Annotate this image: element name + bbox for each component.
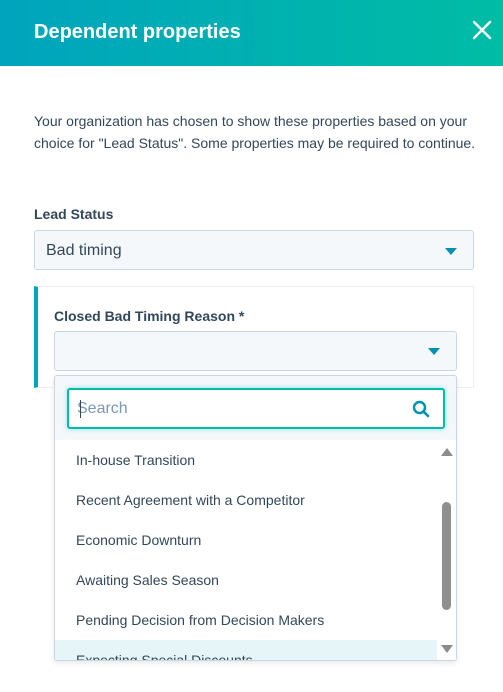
closed-bad-timing-reason-label: Closed Bad Timing Reason *	[54, 308, 245, 324]
reason-dropdown-menu: In-house Transition Recent Agreement wit…	[54, 375, 457, 661]
search-icon[interactable]	[411, 399, 431, 419]
scrollbar-thumb[interactable]	[442, 502, 451, 610]
dropdown-option[interactable]: Awaiting Sales Season	[55, 560, 437, 600]
dependent-property-card: Closed Bad Timing Reason *	[34, 286, 474, 388]
dropdown-option[interactable]: Economic Downturn	[55, 520, 437, 560]
dropdown-option[interactable]: Recent Agreement with a Competitor	[55, 480, 437, 520]
panel-header: Dependent properties	[0, 0, 503, 66]
text-cursor	[80, 400, 81, 418]
lead-status-label: Lead Status	[34, 206, 114, 222]
dropdown-option[interactable]: In-house Transition	[55, 440, 437, 480]
close-icon	[472, 20, 492, 40]
dropdown-option-hovered[interactable]: Expecting Special Discounts	[55, 640, 437, 660]
dropdown-options-list: In-house Transition Recent Agreement wit…	[55, 440, 437, 660]
caret-down-icon	[428, 348, 440, 355]
search-input[interactable]	[77, 398, 397, 420]
lead-status-value: Bad timing	[46, 242, 122, 259]
caret-down-icon	[445, 248, 457, 255]
dropdown-search-area	[55, 376, 456, 440]
panel-title: Dependent properties	[34, 21, 241, 43]
intro-text: Your organization has chosen to show the…	[34, 113, 476, 151]
dropdown-option[interactable]: Pending Decision from Decision Makers	[55, 600, 437, 640]
close-button[interactable]	[470, 18, 494, 42]
lead-status-select[interactable]: Bad timing	[34, 230, 474, 270]
dropdown-scrollbar[interactable]	[437, 440, 456, 660]
scroll-up-arrow-icon[interactable]	[441, 448, 453, 456]
closed-bad-timing-reason-select[interactable]	[54, 331, 457, 371]
search-box[interactable]	[67, 388, 445, 429]
scroll-down-arrow-icon[interactable]	[441, 645, 453, 653]
